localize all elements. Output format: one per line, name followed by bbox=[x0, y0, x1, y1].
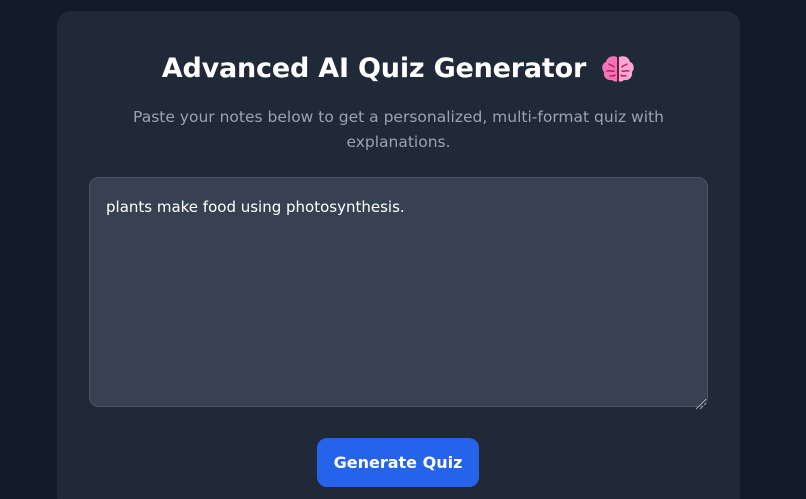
notes-input[interactable]: plants make food using photosynthesis. bbox=[89, 177, 708, 407]
brain-icon bbox=[601, 54, 635, 84]
quiz-generator-card: Advanced AI Quiz Generator Paste your no… bbox=[57, 11, 740, 499]
page-header: Advanced AI Quiz Generator bbox=[57, 53, 740, 84]
page-background: Advanced AI Quiz Generator Paste your no… bbox=[0, 0, 806, 499]
generate-quiz-button[interactable]: Generate Quiz bbox=[317, 438, 479, 487]
resize-handle-icon[interactable] bbox=[695, 395, 704, 410]
page-subtitle: Paste your notes below to get a personal… bbox=[133, 108, 664, 151]
page-title: Advanced AI Quiz Generator bbox=[161, 53, 587, 84]
